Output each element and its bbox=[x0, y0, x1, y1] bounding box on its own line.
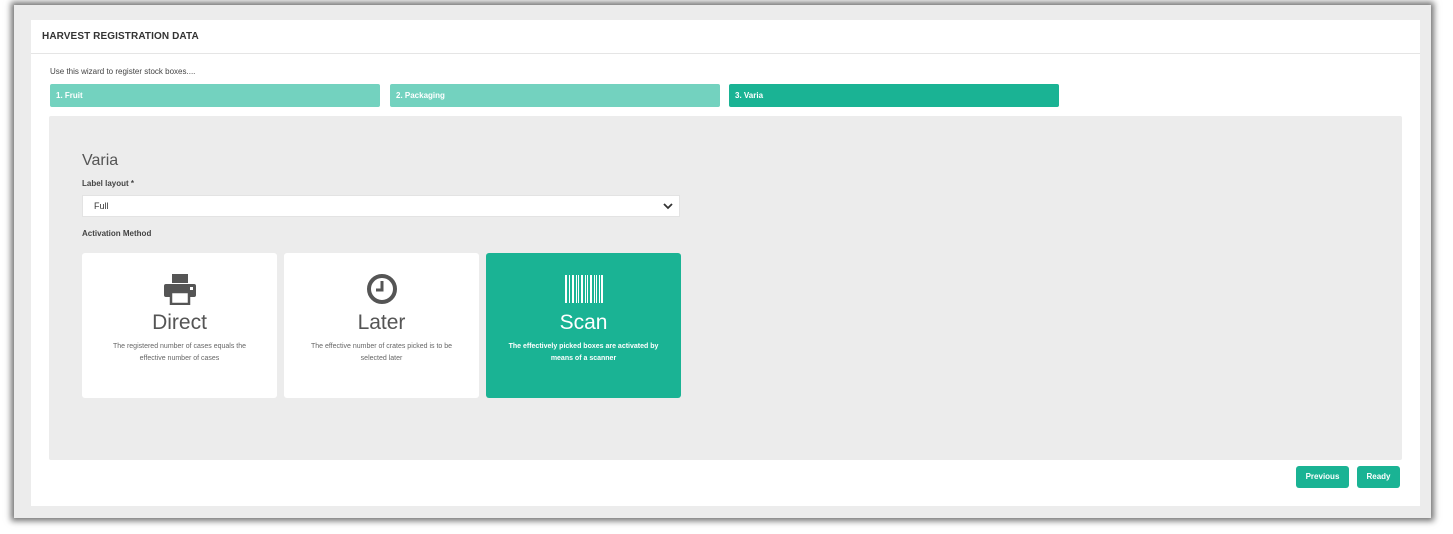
harvest-registration-panel: HARVEST REGISTRATION DATA Use this wizar… bbox=[31, 20, 1420, 506]
activation-option-scan[interactable]: Scan The effectively picked boxes are ac… bbox=[486, 253, 681, 398]
previous-button[interactable]: Previous bbox=[1296, 466, 1349, 488]
option-name-direct: Direct bbox=[152, 311, 207, 334]
barcode-icon bbox=[564, 275, 603, 303]
step-varia[interactable]: 3. Varia bbox=[729, 84, 1059, 107]
activation-method-label: Activation Method bbox=[82, 229, 152, 238]
printer-icon bbox=[163, 274, 196, 305]
section-title: Varia bbox=[82, 152, 119, 169]
panel-title: HARVEST REGISTRATION DATA bbox=[42, 31, 199, 42]
option-name-scan: Scan bbox=[559, 311, 608, 334]
panel-header: HARVEST REGISTRATION DATA bbox=[31, 20, 1420, 54]
label-layout-value: Full bbox=[94, 201, 109, 211]
option-name-later: Later bbox=[357, 311, 406, 334]
clock-icon bbox=[366, 274, 397, 304]
label-layout-label: Label layout * bbox=[82, 179, 135, 188]
wizard-intro: Use this wizard to register stock boxes.… bbox=[50, 67, 196, 76]
option-desc-direct: The registered number of cases equals th… bbox=[112, 343, 247, 362]
step-fruit[interactable]: 1. Fruit bbox=[50, 84, 380, 107]
activation-option-direct[interactable]: Direct The registered number of cases eq… bbox=[82, 253, 277, 398]
ready-button[interactable]: Ready bbox=[1357, 466, 1400, 488]
activation-option-later[interactable]: Later The effective number of crates pic… bbox=[284, 253, 479, 398]
label-layout-select[interactable]: Full bbox=[82, 195, 680, 217]
step-packaging[interactable]: 2. Packaging bbox=[390, 84, 720, 107]
option-desc-scan: The effectively picked boxes are activat… bbox=[508, 343, 659, 362]
wizard-content: Varia Label layout * Full Activation Met… bbox=[49, 116, 1402, 460]
chevron-down-icon bbox=[663, 203, 673, 210]
option-desc-later: The effective number of crates picked is… bbox=[310, 343, 453, 362]
